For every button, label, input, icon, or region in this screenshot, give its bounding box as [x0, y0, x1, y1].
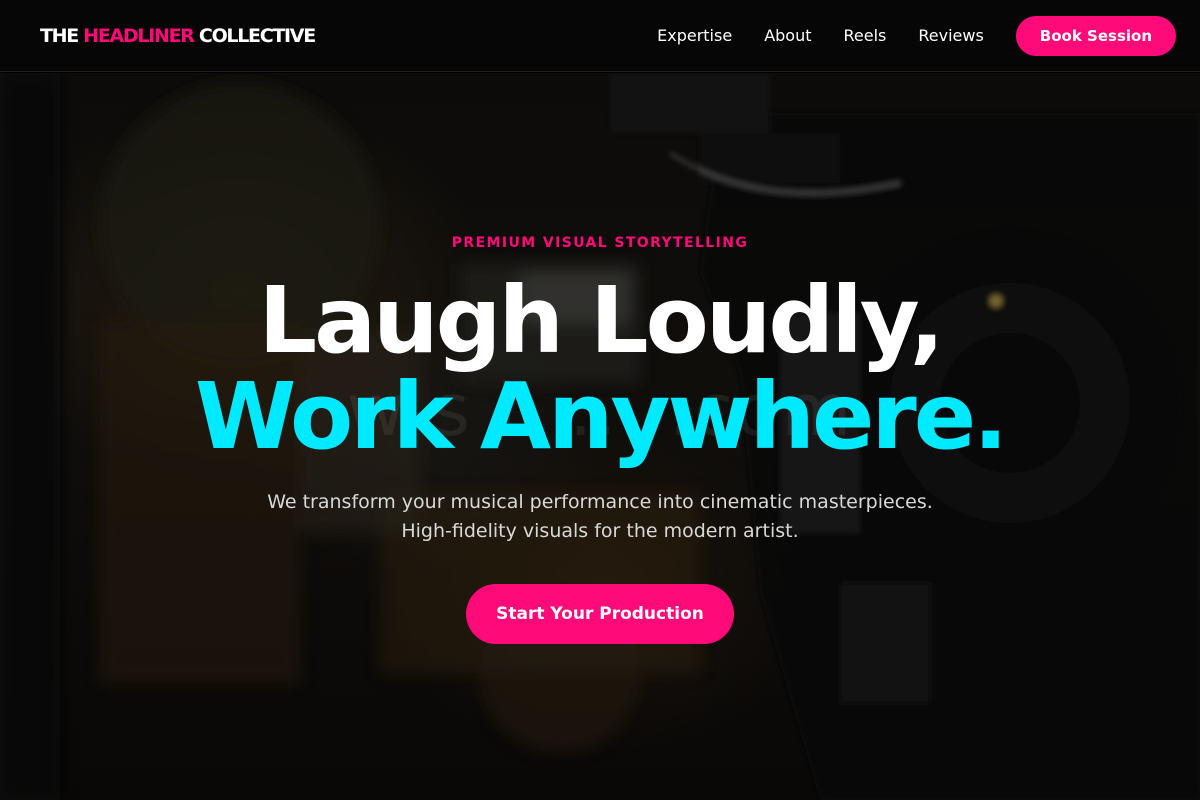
nav-link-expertise[interactable]: Expertise: [657, 16, 732, 56]
hero-section: w s h ... .com PREMIUM VISUAL STORYTELLI…: [0, 73, 1200, 800]
brand-logo-part-collective: COLLECTIVE: [193, 25, 316, 47]
brand-logo-part-headliner: HEADLINER: [83, 25, 195, 47]
hero-headline-line2: Work Anywhere.: [194, 363, 1008, 470]
hero-eyebrow: PREMIUM VISUAL STORYTELLING: [451, 235, 749, 251]
hero-subtitle-line1: We transform your musical performance in…: [267, 491, 933, 513]
hero-headline-line1: Laugh Loudly,: [258, 267, 944, 374]
nav-link-about[interactable]: About: [764, 16, 811, 56]
brand-logo[interactable]: THE HEADLINER COLLECTIVE: [40, 24, 316, 48]
nav-link-reels[interactable]: Reels: [844, 16, 887, 56]
hero-subtitle: We transform your musical performance in…: [0, 488, 1200, 546]
book-session-button[interactable]: Book Session: [1015, 16, 1176, 56]
site-header: THE HEADLINER COLLECTIVE Expertise About…: [0, 0, 1200, 72]
hero-subtitle-line2: High-fidelity visuals for the modern art…: [401, 520, 799, 542]
brand-logo-part-the: THE: [40, 25, 84, 47]
start-production-button[interactable]: Start Your Production: [466, 584, 734, 644]
nav-link-reviews[interactable]: Reviews: [918, 16, 983, 56]
main-nav: Expertise About Reels Reviews Book Sessi…: [657, 16, 1176, 56]
